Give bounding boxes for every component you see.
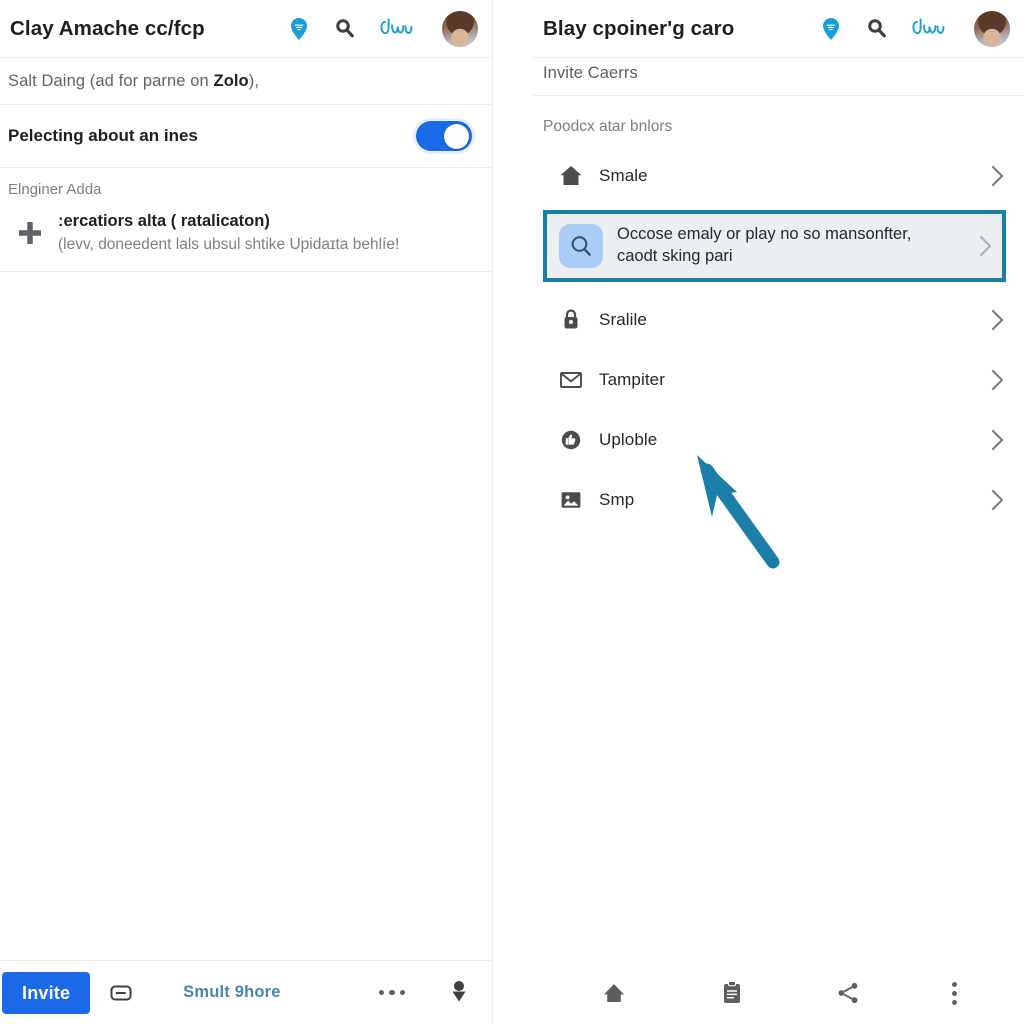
add-item-row[interactable]: :ercatiors alta ( ratalicaton) (levv, do…: [0, 202, 492, 272]
left-panel: Clay Amache cc/fcp Salt Daing (ad for pa…: [0, 0, 493, 1024]
plus-icon: [8, 210, 52, 248]
left-note-suffix: ),: [248, 72, 260, 90]
left-bottom-bar: Invite Smult 9hore: [0, 960, 492, 1024]
panel-divider: [493, 0, 533, 1024]
right-bottom-nav: [533, 962, 1024, 1024]
squiggle-icon[interactable]: [912, 18, 950, 40]
avatar[interactable]: [974, 10, 1010, 47]
toggle-label: Pelecting about an ines: [8, 126, 198, 145]
section-header: Invite Caerrs: [533, 58, 1024, 96]
squiggle-icon[interactable]: [380, 18, 418, 40]
highlighted-search-row[interactable]: Occose emaly or play no so mansonfter, c…: [543, 210, 1006, 282]
home-icon[interactable]: [600, 979, 628, 1007]
left-app-bar: Clay Amache cc/fcp: [0, 0, 492, 58]
screenshot-root: Clay Amache cc/fcp Salt Daing (ad for pa…: [0, 0, 1024, 1024]
list-item[interactable]: Uploble: [533, 409, 1024, 470]
search-icon[interactable]: [334, 18, 356, 40]
toggle-switch[interactable]: [416, 121, 472, 151]
card-icon[interactable]: [108, 980, 134, 1006]
chevron-right-icon: [990, 368, 1006, 392]
list-item-label: Smp: [599, 489, 635, 509]
list-item-label: Uploble: [599, 429, 658, 449]
add-item-text: :ercatiors alta ( ratalicaton) (levv, do…: [52, 210, 399, 257]
list-item-label: Tampiter: [599, 369, 665, 389]
thumbs-up-icon: [543, 427, 599, 453]
share-label[interactable]: Smult 9hore: [183, 983, 281, 1002]
invite-button[interactable]: Invite: [2, 971, 91, 1014]
left-note-prefix: Salt Daing (ad for parne on: [8, 72, 214, 90]
more-dots-icon[interactable]: [378, 989, 405, 996]
list-item-label: Smale: [599, 166, 648, 185]
list-item-label: Sralile: [599, 309, 647, 329]
search-icon: [559, 223, 603, 268]
right-app-bar-actions: [820, 10, 1010, 47]
right-app-bar: Blay cpoiner'g caro: [533, 0, 1024, 58]
location-pin-icon[interactable]: [288, 17, 310, 41]
group-label: Elnginer Adda: [8, 181, 102, 198]
highlighted-row-label: Occose emaly or play no so mansonfter, c…: [617, 225, 912, 265]
lock-icon: [543, 307, 599, 333]
chevron-right-icon: [990, 308, 1006, 332]
home-icon: [543, 163, 599, 189]
search-icon[interactable]: [866, 18, 888, 40]
right-panel: Blay cpoiner'g caro Invite Caerrs Poodcx…: [533, 0, 1024, 1024]
kebab-menu-icon[interactable]: [951, 981, 957, 1005]
list-item[interactable]: Sralile: [533, 289, 1024, 350]
mic-icon[interactable]: [449, 980, 469, 1006]
chevron-right-icon: [990, 164, 1006, 188]
left-app-bar-actions: [288, 10, 478, 47]
chevron-right-icon: [990, 428, 1006, 452]
add-item-subtitle: (levv, doneedent lals ubsul shtike Upida…: [58, 236, 400, 254]
toggle-row[interactable]: Pelecting about an ines: [0, 105, 492, 168]
image-icon: [543, 487, 599, 513]
avatar[interactable]: [442, 10, 478, 47]
section-subheader: Poodcx atar bnlors: [543, 118, 673, 135]
chevron-right-icon: [990, 488, 1006, 512]
left-subtitle-note: Salt Daing (ad for parne on Zolo),: [0, 58, 492, 105]
chevron-right-icon: [978, 234, 1002, 258]
toggle-knob: [444, 123, 469, 149]
add-item-title: :ercatiors alta ( ratalicaton): [58, 212, 270, 230]
left-note-emphasis: Zolo: [213, 72, 249, 90]
options-list: Smale Occose emaly or play no so mansonf…: [533, 146, 1024, 530]
right-page-title: Blay cpoiner'g caro: [543, 16, 735, 40]
list-item[interactable]: Smale: [533, 146, 1024, 206]
left-page-title: Clay Amache cc/fcp: [10, 16, 205, 40]
clipboard-icon[interactable]: [719, 979, 745, 1007]
list-item[interactable]: Smp: [533, 469, 1024, 530]
mail-icon: [543, 367, 599, 393]
location-pin-icon[interactable]: [820, 17, 842, 41]
share-icon[interactable]: [835, 980, 861, 1006]
list-item[interactable]: Tampiter: [533, 349, 1024, 410]
